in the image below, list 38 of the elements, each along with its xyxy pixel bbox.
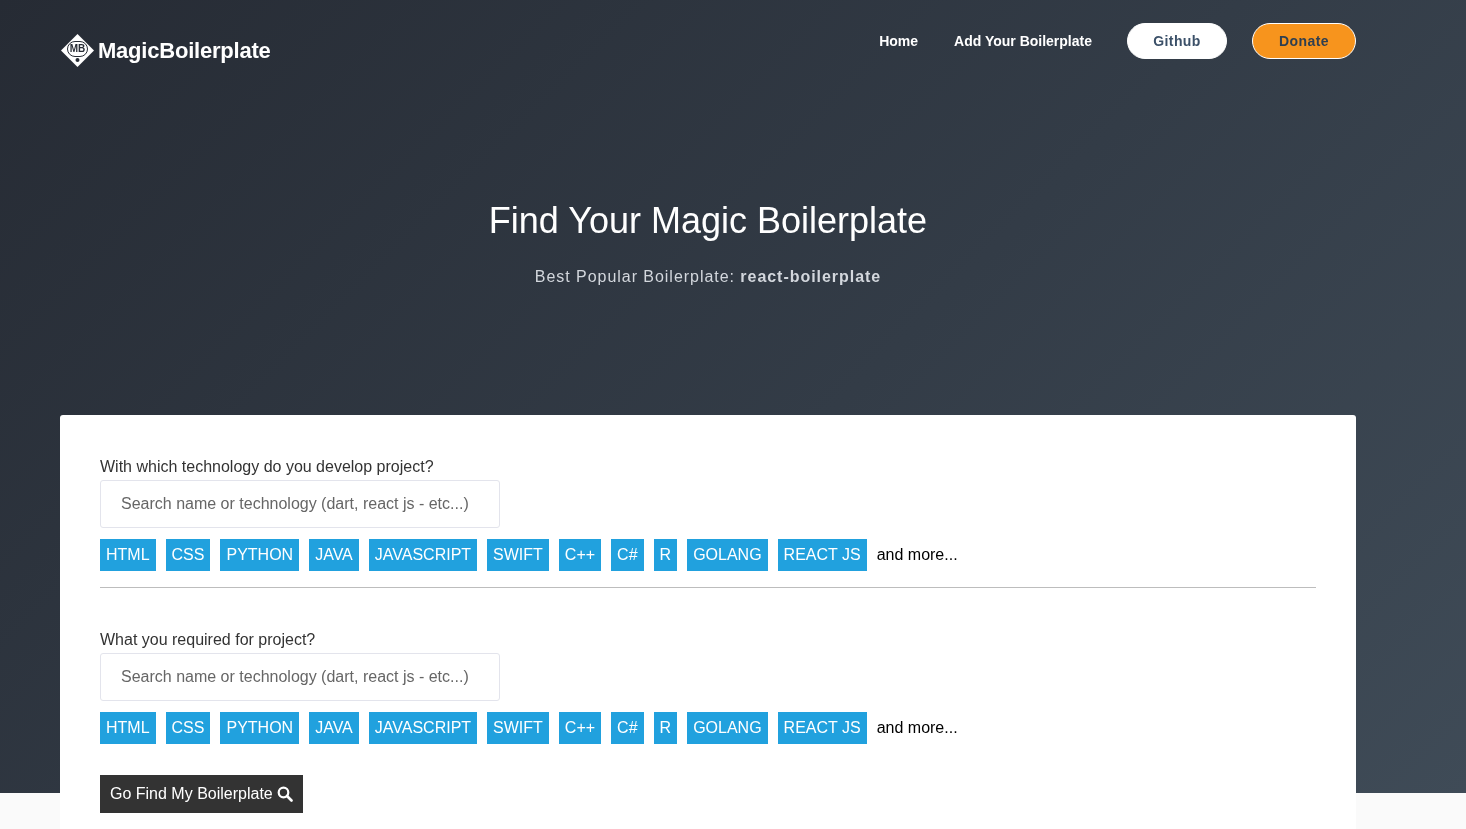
hero-title: Find Your Magic Boilerplate [488,199,928,243]
search-icon [276,786,293,802]
nav-link[interactable]: Home [879,23,919,59]
technology-tag[interactable]: PYTHON [220,539,300,571]
technology-tag[interactable]: C++ [558,539,602,571]
technology-tag[interactable]: SWIFT [487,712,549,744]
question-label: With which technology do you develop project? [100,457,434,477]
hero-subtitle: Best Popular Boilerplate: react-boilerplate [534,267,882,287]
technology-tag[interactable]: HTML [100,712,156,744]
search-field[interactable]: Search name or technology (dart, react js - etc...) [100,480,500,528]
more-text: and more... [876,718,958,738]
technology-tag[interactable]: JAVA [309,712,359,744]
technology-tag[interactable]: REACT JS [777,539,867,571]
technology-tag[interactable]: JAVASCRIPT [368,712,478,744]
more-text: and more... [876,545,958,565]
donate-button[interactable]: Donate [1252,23,1356,59]
technology-tag[interactable]: C# [611,712,644,744]
technology-tag[interactable]: REACT JS [777,712,867,744]
technology-tag[interactable]: GOLANG [687,539,768,571]
technology-tag[interactable]: HTML [100,539,156,571]
nav-link[interactable]: Add Your Boilerplate [954,23,1092,59]
technology-tag[interactable]: GOLANG [687,712,768,744]
logo-text[interactable]: MagicBoilerplate [98,34,271,67]
technology-tag[interactable]: JAVASCRIPT [368,539,478,571]
technology-tag[interactable]: R [653,712,678,744]
question-label: What you required for project? [100,630,316,650]
technology-tag[interactable]: C# [611,539,644,571]
search-field[interactable]: Search name or technology (dart, react js - etc...) [100,653,500,701]
technology-tag[interactable]: CSS [165,539,211,571]
logo-badge[interactable]: MB [60,33,95,68]
technology-tag[interactable]: CSS [165,712,211,744]
technology-tag[interactable]: PYTHON [220,712,300,744]
technology-tag[interactable]: C++ [558,712,602,744]
technology-tag[interactable]: SWIFT [487,539,549,571]
github-button[interactable]: Github [1127,23,1227,59]
technology-tag[interactable]: R [653,539,678,571]
technology-tag[interactable]: JAVA [309,539,359,571]
find-button[interactable]: Go Find My Boilerplate [100,775,303,813]
